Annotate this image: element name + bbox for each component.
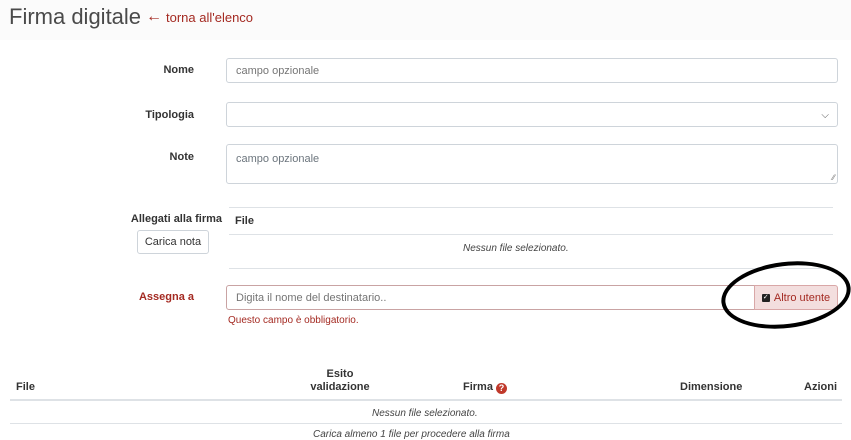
note-placeholder: campo opzionale	[236, 153, 320, 165]
allegati-empty-message: Nessun file selezionato.	[463, 243, 569, 254]
esito-line1: Esito	[326, 368, 354, 380]
chevron-down-icon: ⌵	[821, 110, 829, 121]
altro-utente-label: Altro utente	[773, 291, 831, 304]
assegna-error: Questo campo è obbligatorio.	[228, 315, 359, 326]
files-table-divider	[10, 423, 842, 424]
resize-handle-icon[interactable]: ∕∕	[832, 173, 835, 182]
page-title: Firma digitale	[9, 4, 142, 29]
note-textarea[interactable]: campo opzionale ∕∕	[226, 144, 838, 184]
tipologia-label: Tipologia	[145, 109, 194, 121]
column-dimensione: Dimensione	[680, 381, 743, 393]
files-hint: Carica almeno 1 file per procedere alla …	[313, 429, 510, 440]
allegati-table-divider	[229, 234, 833, 235]
back-link-label: torna all'elenco	[166, 10, 254, 25]
allegati-column-file: File	[235, 215, 254, 227]
note-label: Note	[169, 151, 194, 163]
assegna-input[interactable]	[226, 285, 755, 310]
column-firma: Firma?	[463, 381, 507, 394]
esito-line2: validazione	[310, 381, 370, 393]
nome-input[interactable]	[226, 58, 838, 83]
tipologia-select[interactable]: ⌵	[226, 102, 838, 127]
help-icon[interactable]: ?	[495, 382, 507, 394]
assegna-label: Assegna a	[138, 291, 194, 303]
checkbox-icon[interactable]: ✓	[761, 293, 770, 302]
column-esito-validazione: Esito validazione	[300, 368, 380, 394]
back-to-list-link[interactable]: ← torna all'elenco	[146, 8, 254, 26]
nome-label: Nome	[163, 64, 194, 76]
column-file: File	[16, 381, 35, 393]
allegati-label: Allegati alla firma	[130, 213, 222, 225]
allegati-table-top-border	[229, 207, 833, 208]
allegati-table-bottom-border	[229, 268, 833, 269]
carica-nota-button[interactable]: Carica nota	[137, 230, 209, 254]
files-empty-message: Nessun file selezionato.	[372, 408, 478, 419]
firma-label: Firma	[463, 381, 493, 393]
altro-utente-toggle[interactable]: ✓ Altro utente	[754, 285, 838, 310]
files-table-header-border	[10, 399, 842, 401]
column-azioni: Azioni	[804, 381, 837, 393]
arrow-left-icon: ←	[146, 8, 162, 25]
